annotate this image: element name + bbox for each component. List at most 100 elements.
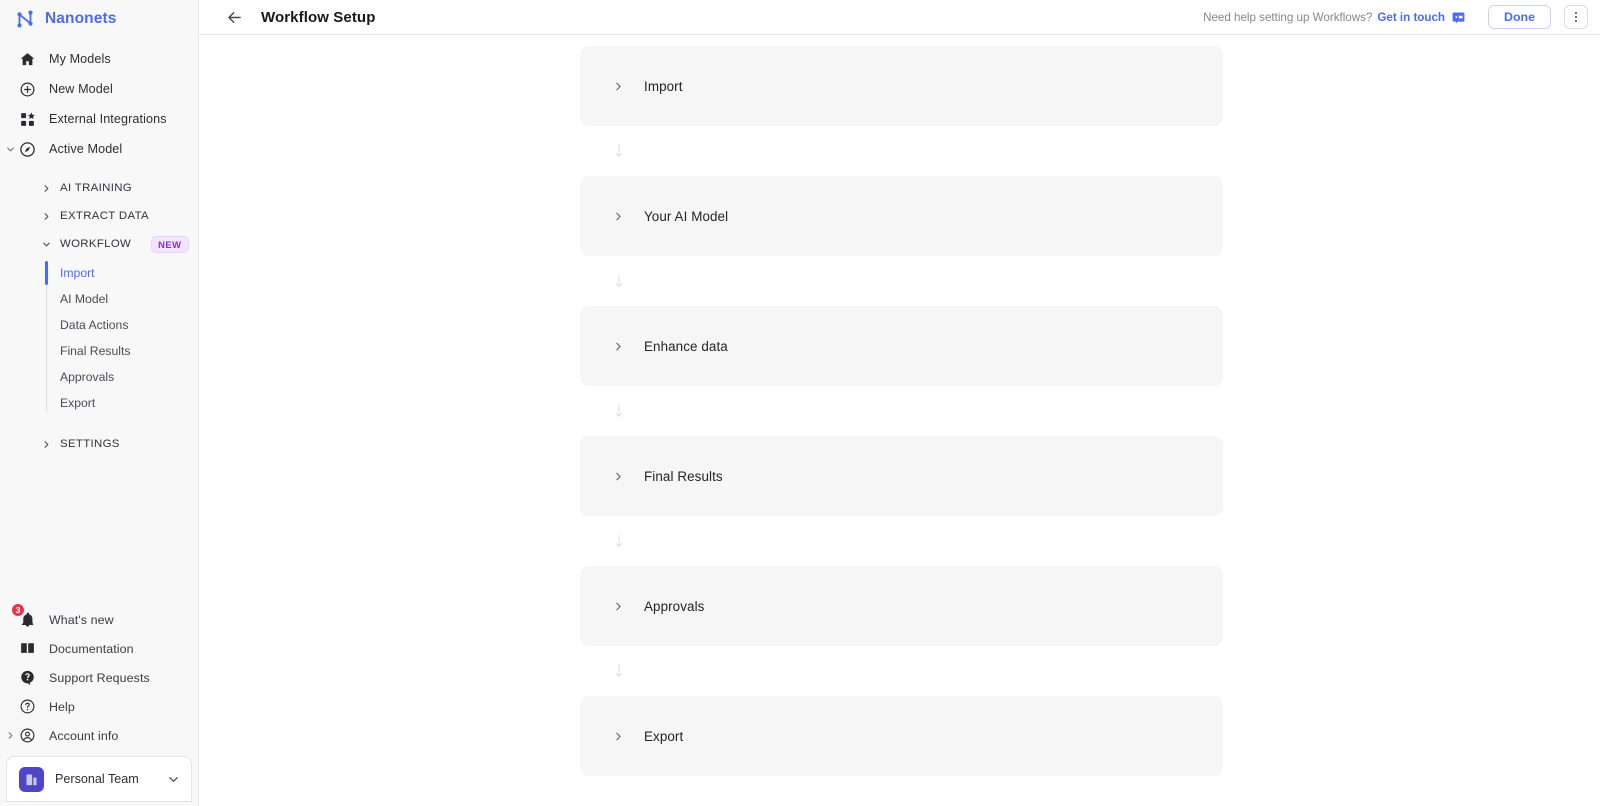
chevron-right-icon[interactable] [611,599,625,613]
workflow-connector [580,256,1223,306]
workflow-step-export[interactable]: Export [580,696,1223,776]
secondary-nav: 3 What's new Documentation Support Reque… [0,603,198,806]
home-icon [18,50,37,69]
sidebar-item-label: Support Requests [49,670,150,685]
workflow-step-import[interactable]: Import [580,46,1223,126]
chevron-down-icon[interactable] [4,143,16,155]
sidebar-section-workflow[interactable]: WORKFLOW NEW [0,230,198,258]
sidebar-item-whats-new[interactable]: 3 What's new [0,603,198,634]
workflow-step-approvals[interactable]: Approvals [580,566,1223,646]
grid-apps-icon [18,110,37,129]
workflow-step-enhance-data[interactable]: Enhance data [580,306,1223,386]
sidebar-item-final-results[interactable]: Final Results [0,338,198,364]
app-root: Nanonets My Models New Model External In… [0,0,1600,806]
chevron-right-icon[interactable] [611,729,625,743]
get-in-touch-link[interactable]: Get in touch [1377,11,1445,24]
sidebar-item-label: Account info [49,728,119,743]
sidebar-item-ai-model[interactable]: AI Model [0,286,198,312]
sidebar-item-external-integrations[interactable]: External Integrations [0,104,198,134]
chevron-right-icon[interactable] [611,79,625,93]
question-circle-icon [18,697,37,716]
workflow-step-list: Import Your AI Model Enhance data Final … [580,46,1223,776]
support-chat-icon [18,668,37,687]
sidebar-item-data-actions[interactable]: Data Actions [0,312,198,338]
workflow-connector [580,516,1223,566]
chevron-right-icon[interactable] [611,469,625,483]
primary-nav: My Models New Model External Integration… [0,44,198,458]
chevron-right-icon[interactable] [4,730,16,742]
arrow-down-icon [611,656,627,686]
sidebar-section-label: WORKFLOW [60,238,132,250]
sidebar-section-label: SETTINGS [60,438,120,450]
sidebar-item-support-requests[interactable]: Support Requests [0,663,198,692]
brand[interactable]: Nanonets [0,2,198,36]
sidebar-item-import[interactable]: Import [0,260,198,286]
team-name: Personal Team [55,772,139,786]
sidebar-item-new-model[interactable]: New Model [0,74,198,104]
sidebar-item-label: What's new [49,612,114,627]
compass-icon [18,140,37,159]
sidebar-item-export[interactable]: Export [0,390,198,416]
chevron-right-icon [40,210,52,222]
workflow-step-label: Final Results [644,468,723,484]
workflow-subnav: Import AI Model Data Actions Final Resul… [0,260,198,416]
chevron-right-icon[interactable] [611,209,625,223]
workflow-connector [580,386,1223,436]
workflow-step-final-results[interactable]: Final Results [580,436,1223,516]
subitem-label: Import [60,266,95,280]
subitem-label: AI Model [60,292,109,306]
subitem-label: Final Results [60,344,131,358]
sidebar: Nanonets My Models New Model External In… [0,0,199,806]
sidebar-section-label: EXTRACT DATA [60,210,150,222]
workflow-step-label: Your AI Model [644,208,729,224]
workflow-step-label: Approvals [644,598,705,614]
status-badge-new: NEW [151,235,189,253]
sidebar-item-label: My Models [49,52,111,66]
sidebar-item-label: Help [49,699,75,714]
arrow-down-icon [611,526,627,556]
arrow-down-icon [611,136,627,166]
sidebar-item-active-model[interactable]: Active Model [0,134,198,164]
help-prompt-text: Need help setting up Workflows? [1203,10,1373,24]
workflow-step-your-ai-model[interactable]: Your AI Model [580,176,1223,256]
nanonets-network-logo-icon [14,8,36,30]
sidebar-item-label: Documentation [49,641,134,656]
workflow-step-label: Export [644,728,684,744]
sidebar-item-documentation[interactable]: Documentation [0,634,198,663]
sidebar-item-help[interactable]: Help [0,692,198,721]
book-icon [18,639,37,658]
sidebar-item-my-models[interactable]: My Models [0,44,198,74]
subitem-label: Export [60,396,96,410]
plus-circle-icon [18,80,37,99]
arrow-down-icon [611,396,627,426]
team-switcher[interactable]: Personal Team [6,756,192,802]
subitem-label: Approvals [60,370,115,384]
page-title: Workflow Setup [261,8,376,26]
workflow-step-label: Import [644,78,683,94]
sidebar-sections: AI TRAINING EXTRACT DATA WORKFLOW NEW Im… [0,174,198,458]
sidebar-section-settings[interactable]: SETTINGS [0,430,198,458]
arrow-down-icon [611,266,627,296]
sidebar-item-label: Active Model [49,142,123,156]
sidebar-item-approvals[interactable]: Approvals [0,364,198,390]
chevron-down-icon [40,238,52,250]
back-button[interactable] [223,6,245,28]
workflow-step-label: Enhance data [644,338,728,354]
sidebar-item-label: External Integrations [49,112,167,126]
brand-name: Nanonets [45,10,117,27]
page-header: Workflow Setup Need help setting up Work… [199,0,1600,35]
bell-icon: 3 [11,603,37,629]
header-actions: Need help setting up Workflows? Get in t… [1203,5,1588,29]
sidebar-section-ai-training[interactable]: AI TRAINING [0,174,198,202]
sidebar-section-extract-data[interactable]: EXTRACT DATA [0,202,198,230]
sidebar-item-account-info[interactable]: Account info [0,721,198,750]
chevron-down-icon[interactable] [166,772,181,787]
more-vertical-icon[interactable] [1564,5,1588,29]
user-circle-icon [18,726,37,745]
workflow-connector [580,646,1223,696]
chevron-right-icon[interactable] [611,339,625,353]
notification-count-badge: 3 [11,603,25,617]
done-button[interactable]: Done [1488,5,1551,29]
chat-bubble-icon[interactable] [1451,10,1466,25]
workflow-connector [580,126,1223,176]
